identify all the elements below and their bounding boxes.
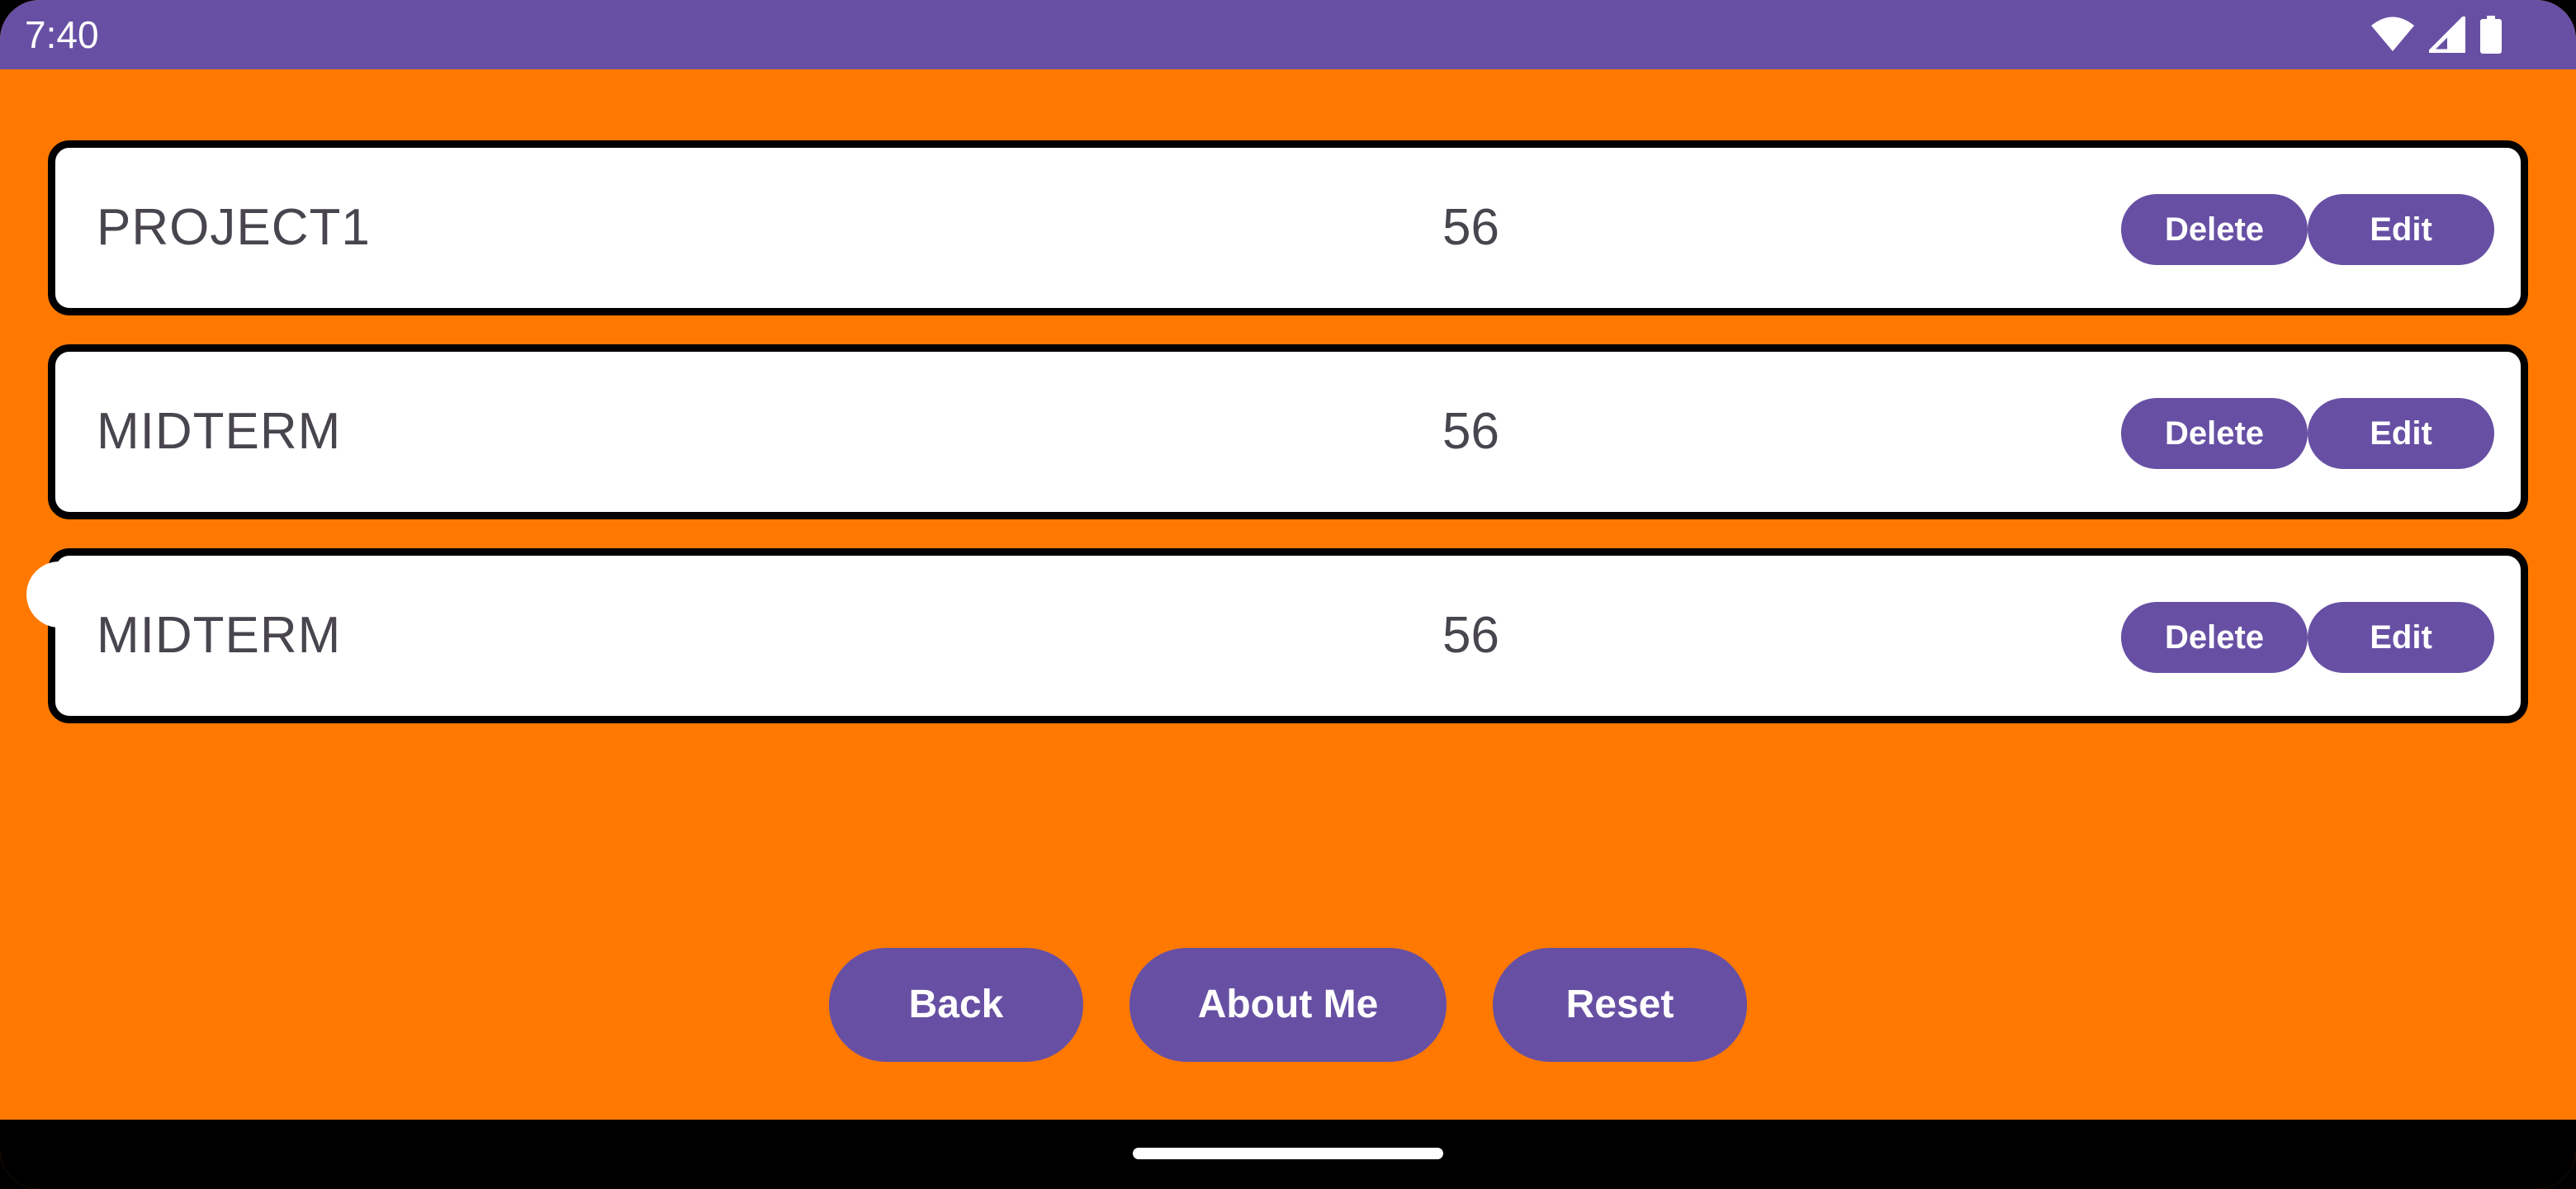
item-name: MIDTERM xyxy=(97,403,342,460)
home-indicator[interactable] xyxy=(1133,1148,1443,1159)
item-name: PROJECT1 xyxy=(97,199,371,256)
item-score: 56 xyxy=(1442,403,1499,460)
status-icons xyxy=(2371,15,2502,54)
wifi-icon xyxy=(2371,17,2414,53)
list-item[interactable]: PROJECT1 56 Delete Edit xyxy=(48,140,2528,315)
status-time: 7:40 xyxy=(25,13,99,56)
item-score: 56 xyxy=(1442,607,1499,664)
back-button[interactable]: Back xyxy=(829,948,1083,1062)
list-item[interactable]: MIDTERM 56 Delete Edit xyxy=(48,548,2528,723)
delete-button[interactable]: Delete xyxy=(2121,398,2308,469)
list-item[interactable]: MIDTERM 56 Delete Edit xyxy=(48,344,2528,519)
status-bar: 7:40 xyxy=(0,0,2576,69)
delete-button[interactable]: Delete xyxy=(2121,602,2308,673)
edit-button[interactable]: Edit xyxy=(2308,194,2494,265)
item-name: MIDTERM xyxy=(97,607,342,664)
navigation-bar xyxy=(0,1120,2576,1189)
item-score: 56 xyxy=(1442,199,1499,256)
delete-button[interactable]: Delete xyxy=(2121,194,2308,265)
scroll-handle[interactable] xyxy=(26,561,92,628)
cell-signal-icon xyxy=(2429,17,2465,53)
edit-button[interactable]: Edit xyxy=(2308,602,2494,673)
about-me-button[interactable]: About Me xyxy=(1129,948,1447,1062)
app-screen: 7:40 PROJECT1 56 Delete Edit MIDTERM 56 … xyxy=(0,0,2576,1189)
edit-button[interactable]: Edit xyxy=(2308,398,2494,469)
battery-icon xyxy=(2480,16,2502,54)
reset-button[interactable]: Reset xyxy=(1493,948,1747,1062)
